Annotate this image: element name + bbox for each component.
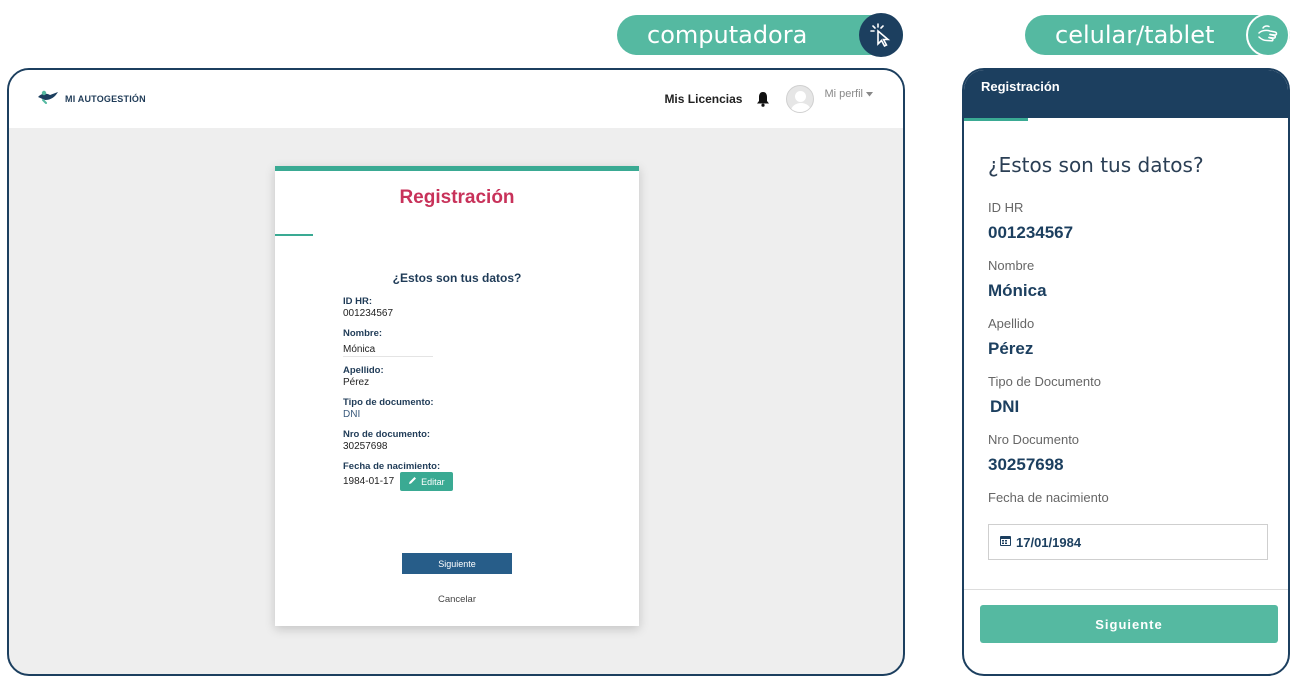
cancel-link[interactable]: Cancelar [275, 594, 639, 605]
mobile-field-tipo-documento: Tipo de Documento DNI [988, 374, 1278, 432]
desktop-frame: MI AUTOGESTIÓN Mis Licencias Mi perfil R… [7, 68, 905, 676]
mobile-tab-indicator [964, 118, 1028, 121]
mobile-data-fields: ID HR 001234567 Nombre Mónica Apellido P… [988, 200, 1278, 508]
field-label: Apellido [988, 316, 1035, 331]
calendar-icon [999, 534, 1012, 550]
field-label: ID HR: [343, 296, 373, 307]
avatar[interactable] [786, 85, 815, 113]
field-value: Pérez [343, 377, 370, 388]
brand-logo[interactable]: MI AUTOGESTIÓN [37, 90, 146, 109]
birth-date-value: 17/01/1984 [1016, 534, 1082, 550]
mobile-birth-label: Fecha de nacimiento [988, 490, 1109, 505]
field-value: 001234567 [988, 223, 1074, 242]
desktop-navbar: MI AUTOGESTIÓN Mis Licencias Mi perfil [9, 70, 903, 128]
mobile-field-apellido: Apellido Pérez [988, 316, 1278, 374]
field-value: 30257698 [343, 441, 388, 452]
registration-card: Registración ¿Estos son tus datos? ID HR… [275, 166, 639, 626]
desktop-pill-label: computadora [647, 21, 808, 49]
edit-button-label: Editar [421, 476, 445, 487]
mobile-pill: celular/tablet [1025, 13, 1290, 57]
divider [964, 589, 1288, 590]
mobile-field-id-hr: ID HR 001234567 [988, 200, 1278, 258]
page-title: Registración [399, 187, 515, 208]
bell-icon[interactable] [756, 91, 770, 107]
desktop-pill: computadora [617, 13, 903, 57]
field-apellido: Apellido: Pérez [343, 365, 573, 389]
field-value: Pérez [988, 339, 1034, 358]
tab-indicator [275, 234, 313, 236]
field-fecha-nacimiento: Fecha de nacimiento: 1984-01-17 Editar [343, 461, 573, 491]
field-value: 001234567 [343, 308, 394, 319]
field-value: 1984-01-17 [343, 476, 395, 487]
field-value: 30257698 [988, 455, 1064, 474]
field-value: Mónica [988, 281, 1047, 300]
date-row: 1984-01-17 Editar [343, 472, 573, 491]
profile-menu[interactable]: Mi perfil [824, 88, 873, 100]
mobile-next-button[interactable]: Siguiente [980, 605, 1278, 643]
field-tipo-documento: Tipo de documento: DNI [343, 397, 573, 421]
field-label: Tipo de documento: [343, 397, 434, 408]
brand-name: MI AUTOGESTIÓN [65, 94, 146, 104]
field-value: DNI [343, 409, 361, 420]
field-value: Mónica [343, 343, 433, 357]
field-nro-documento: Nro de documento: 30257698 [343, 429, 573, 453]
data-question: ¿Estos son tus datos? [392, 271, 522, 285]
mobile-header-title: Registración [981, 79, 1060, 94]
mobile-field-nombre: Nombre Mónica [988, 258, 1278, 316]
mobile-field-nro-documento: Nro Documento 30257698 [988, 432, 1278, 490]
field-label: Nombre: [343, 328, 383, 339]
field-label: Nro de documento: [343, 429, 431, 440]
nav-mis-licencias[interactable]: Mis Licencias [664, 92, 742, 106]
field-value: DNI [990, 397, 1020, 416]
data-fields: ID HR: 001234567 Nombre: Mónica Apellido… [343, 296, 573, 499]
field-label: Nombre [988, 258, 1035, 273]
next-button[interactable]: Siguiente [402, 553, 512, 574]
logo-icon [37, 90, 59, 109]
hand-tap-icon [1246, 13, 1290, 57]
profile-label: Mi perfil [824, 88, 863, 100]
caret-down-icon [866, 88, 873, 100]
field-label: ID HR [988, 200, 1024, 215]
field-id-hr: ID HR: 001234567 [343, 296, 573, 320]
field-label: Fecha de nacimiento: [343, 461, 441, 472]
field-nombre: Nombre: Mónica [343, 328, 573, 357]
mobile-header: Registración [964, 70, 1288, 118]
field-label: Apellido: [343, 365, 384, 376]
mobile-frame: Registración ¿Estos son tus datos? ID HR… [962, 68, 1290, 676]
field-label: Nro Documento [988, 432, 1080, 447]
mobile-pill-label: celular/tablet [1055, 21, 1215, 49]
birth-date-field[interactable]: 17/01/1984 [988, 524, 1268, 560]
mobile-question: ¿Estos son tus datos? [988, 153, 1204, 177]
nav-right: Mis Licencias Mi perfil [664, 70, 873, 128]
cursor-click-icon [859, 13, 903, 57]
pencil-icon [408, 476, 417, 487]
field-label: Tipo de Documento [988, 374, 1101, 389]
edit-button[interactable]: Editar [400, 472, 453, 491]
